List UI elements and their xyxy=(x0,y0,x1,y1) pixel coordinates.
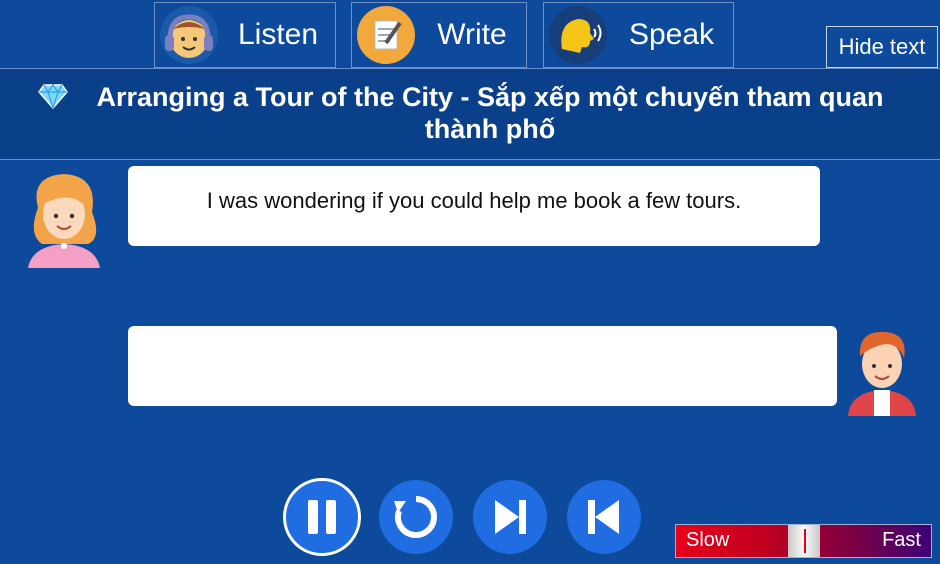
replay-button[interactable] xyxy=(379,480,453,554)
speed-marker xyxy=(804,529,806,553)
tab-write-label: Write xyxy=(437,18,507,51)
headphones-face-icon xyxy=(160,6,218,64)
notepad-pencil-icon xyxy=(357,6,415,64)
tab-listen[interactable]: Listen xyxy=(154,2,336,68)
pause-icon xyxy=(308,500,336,534)
previous-button[interactable] xyxy=(567,480,641,554)
diamond-icon xyxy=(38,83,68,109)
girl-avatar xyxy=(28,174,100,268)
speaking-head-icon xyxy=(549,6,607,64)
dialogue-text: I was wondering if you could help me boo… xyxy=(206,188,742,213)
tab-listen-label: Listen xyxy=(237,18,319,51)
replay-icon xyxy=(394,496,437,538)
tab-write[interactable]: Write xyxy=(351,2,527,68)
boy-avatar xyxy=(848,331,916,416)
pause-button[interactable] xyxy=(283,478,361,556)
tab-speak-label: Speak xyxy=(628,18,715,51)
next-button[interactable] xyxy=(473,480,547,554)
speed-slider[interactable]: Slow Fast xyxy=(675,524,932,558)
dialogue-text xyxy=(128,326,837,348)
page-title: Arranging a Tour of the City - Sắp xếp m… xyxy=(96,82,884,144)
hide-text-button[interactable]: Hide text xyxy=(826,26,938,68)
tab-speak[interactable]: Speak xyxy=(543,2,734,68)
skip-back-icon xyxy=(588,500,619,534)
skip-forward-icon xyxy=(495,500,526,534)
dialogue-bubble-boy xyxy=(128,326,837,406)
dialogue-bubble-girl: I was wondering if you could help me boo… xyxy=(128,166,820,246)
speed-slow-label: Slow xyxy=(686,529,730,551)
lesson-title-bar: Arranging a Tour of the City - Sắp xếp m… xyxy=(0,68,940,160)
speed-fast-label: Fast xyxy=(882,529,921,551)
